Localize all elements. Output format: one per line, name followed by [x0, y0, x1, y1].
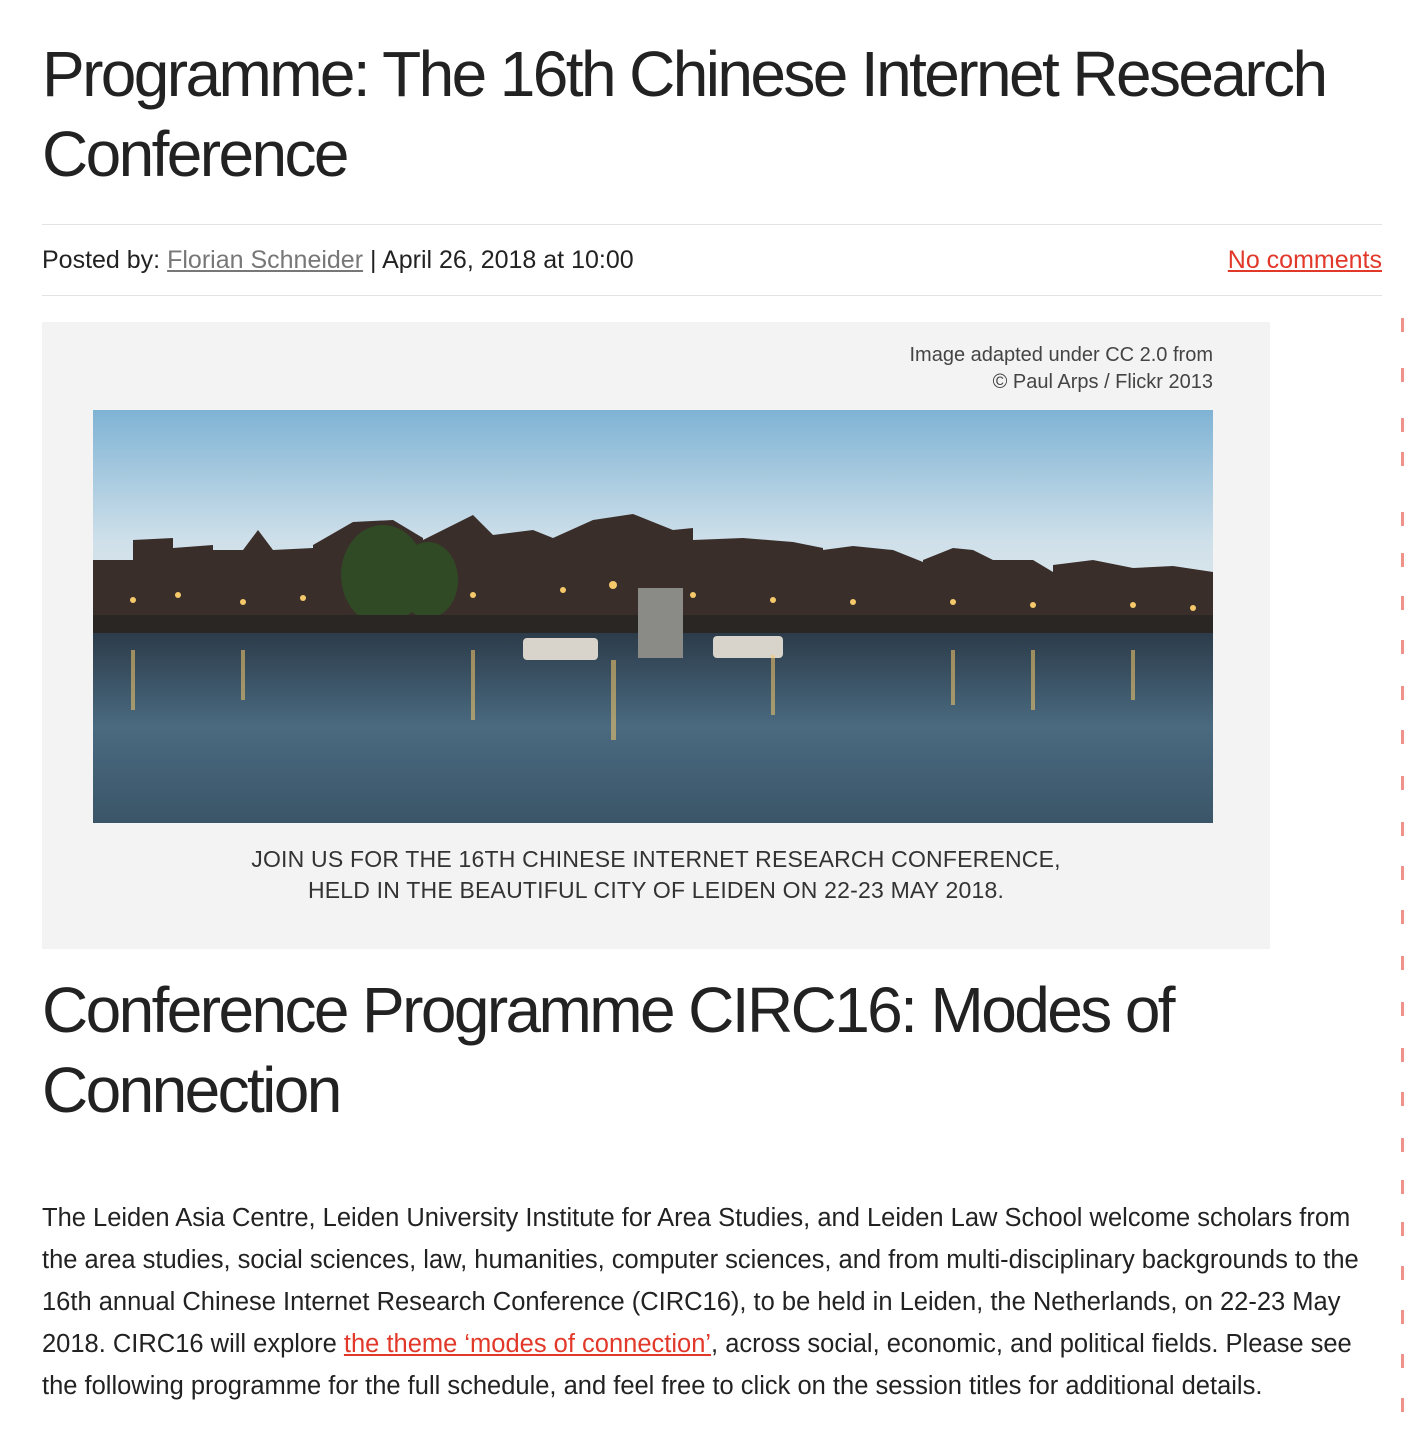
banner-caption-line-2: HELD IN THE BEAUTIFUL CITY OF LEIDEN ON … — [307, 877, 1005, 903]
meta-separator: | — [369, 246, 377, 274]
post-meta: Posted by: Florian Schneider | April 26,… — [42, 224, 1382, 296]
page-title: Programme: The 16th Chinese Internet Res… — [42, 38, 1328, 190]
conference-banner: Image adapted under CC 2.0 from © Paul A… — [42, 322, 1270, 949]
theme-link[interactable]: the theme ‘modes of connection’ — [344, 1330, 711, 1358]
intro-paragraph: The Leiden Asia Centre, Leiden Universit… — [42, 1197, 1387, 1407]
photo-water — [93, 630, 1213, 823]
posted-by-label: Posted by: — [42, 246, 161, 274]
section-heading: Conference Programme CIRC16: Modes of Co… — [42, 974, 1176, 1126]
post-date: April 26, 2018 at 10:00 — [382, 246, 634, 274]
post-main: Programme: The 16th Chinese Internet Res… — [42, 0, 1382, 1400]
image-credit-line-2: © Paul Arps / Flickr 2013 — [992, 371, 1213, 393]
comments-link[interactable]: No comments — [1228, 225, 1382, 295]
banner-caption: JOIN US FOR THE 16TH CHINESE INTERNET RE… — [42, 844, 1270, 906]
image-credit-line-1: Image adapted under CC 2.0 from — [909, 344, 1213, 366]
banner-caption-line-1: JOIN US FOR THE 16TH CHINESE INTERNET RE… — [251, 846, 1061, 872]
image-credit: Image adapted under CC 2.0 from © Paul A… — [909, 342, 1213, 396]
leiden-harbour-photo — [93, 410, 1213, 823]
author-link[interactable]: Florian Schneider — [167, 246, 363, 274]
